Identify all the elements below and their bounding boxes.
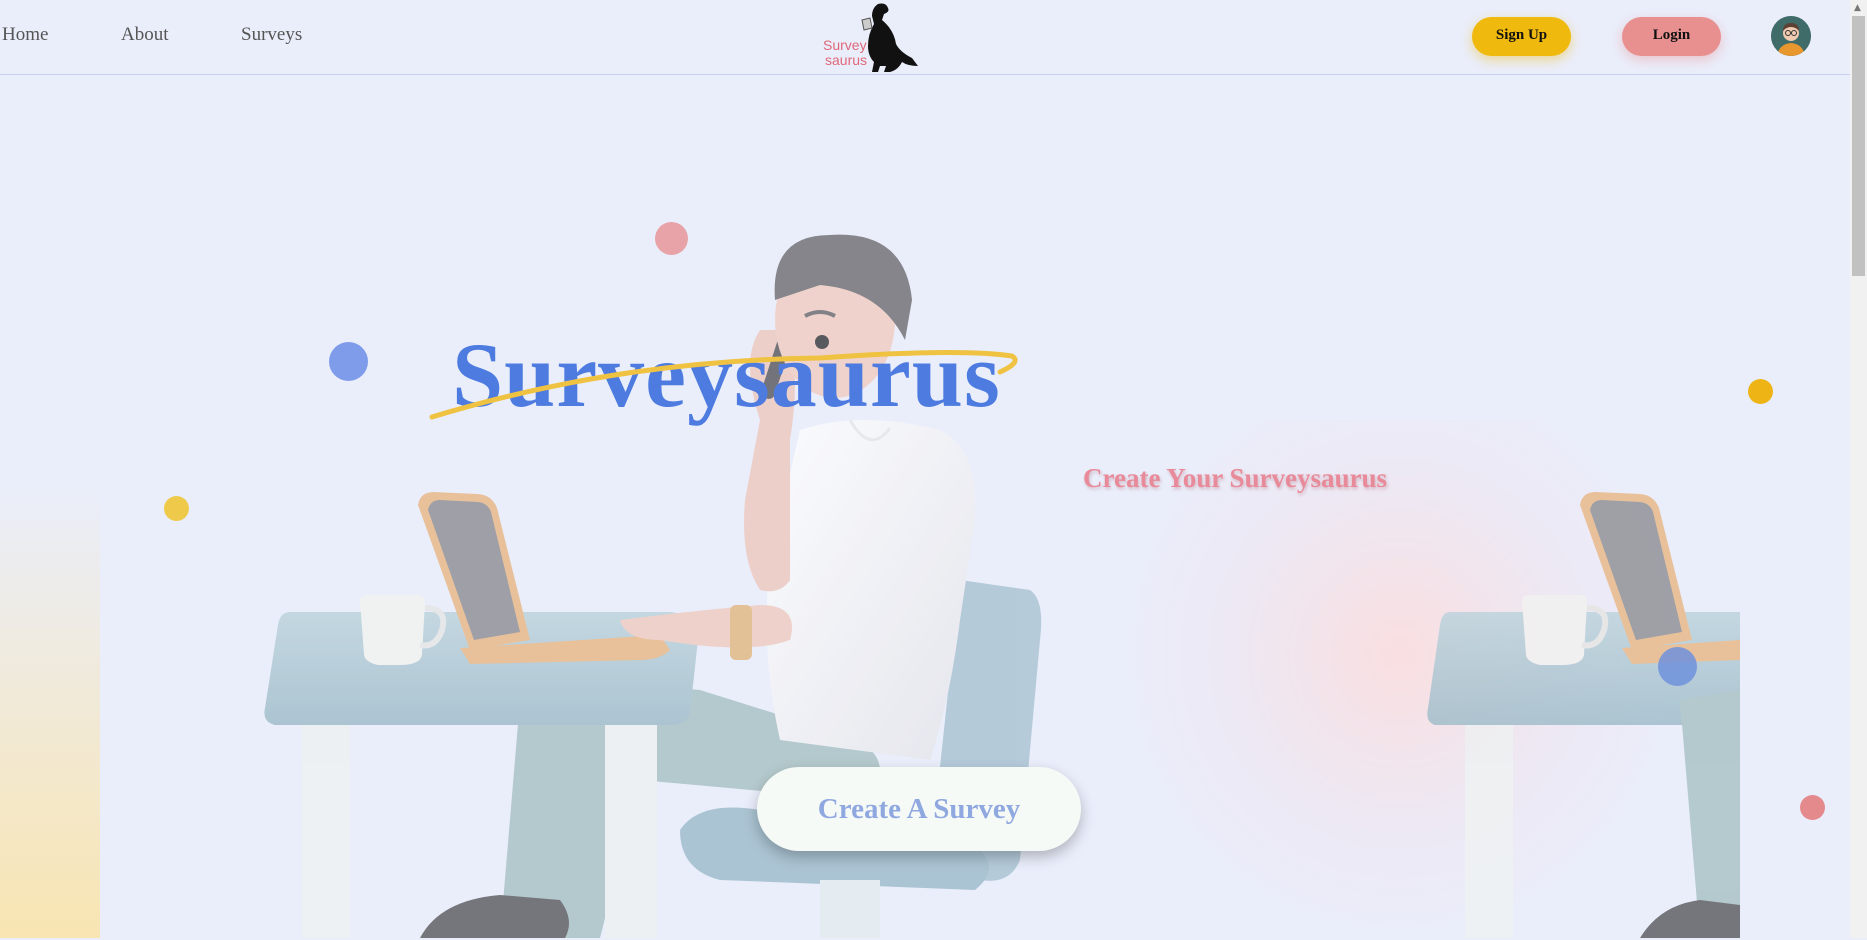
navbar: Home About Surveys Survey saurus Sign Up…: [0, 0, 1850, 75]
create-survey-button[interactable]: Create A Survey: [757, 767, 1081, 851]
surveysaurus-logo[interactable]: Survey saurus: [820, 0, 920, 74]
nav-link-about[interactable]: About: [121, 24, 169, 46]
nav-link-home[interactable]: Home: [2, 24, 48, 46]
page-scrollbar[interactable]: ▲: [1850, 0, 1867, 938]
signup-button[interactable]: Sign Up: [1472, 17, 1571, 56]
login-button[interactable]: Login: [1622, 17, 1721, 56]
nav-link-surveys[interactable]: Surveys: [241, 24, 302, 46]
logo-text: saurus: [825, 52, 868, 68]
scroll-up-arrow-icon[interactable]: ▲: [1854, 3, 1861, 13]
logo-text: Survey: [823, 37, 867, 53]
scroll-thumb[interactable]: [1852, 16, 1865, 276]
user-avatar-icon[interactable]: [1771, 16, 1811, 56]
